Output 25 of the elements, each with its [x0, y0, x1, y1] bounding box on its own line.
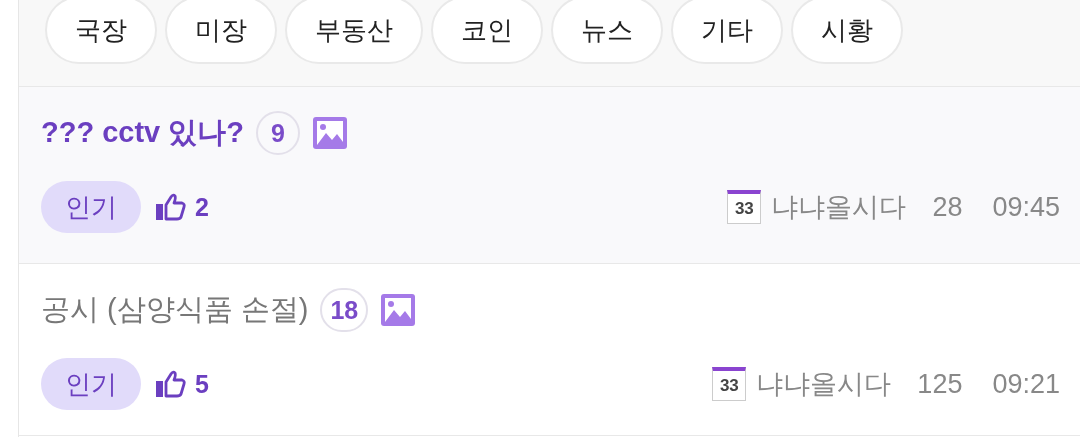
- popular-tag: 인기: [41, 358, 141, 410]
- view-count: 125: [917, 368, 963, 400]
- comment-count: 9: [256, 111, 300, 155]
- level-badge: 33: [727, 190, 762, 224]
- comment-count: 18: [320, 288, 369, 332]
- level-badge: 33: [712, 367, 747, 401]
- post-title[interactable]: ??? cctv 있나?: [41, 113, 244, 153]
- view-count: 28: [932, 191, 963, 223]
- post-time: 09:45: [992, 191, 1060, 223]
- thumbs-up-icon: [155, 370, 187, 398]
- post-time: 09:21: [992, 368, 1060, 400]
- post-row[interactable]: ??? cctv 있나? 9 인기 2 33 냐냐올시다 28 09:45: [19, 87, 1080, 264]
- category-chip[interactable]: 코인: [431, 0, 543, 64]
- category-chip[interactable]: 부동산: [285, 0, 423, 64]
- category-chip[interactable]: 시황: [791, 0, 903, 64]
- popular-tag: 인기: [41, 181, 141, 233]
- author-name[interactable]: 냐냐올시다: [756, 366, 892, 402]
- category-chip[interactable]: 기타: [671, 0, 783, 64]
- post-title[interactable]: 공시 (삼양식품 손절): [41, 290, 309, 330]
- thumbs-up-icon: [155, 193, 187, 221]
- category-chip[interactable]: 국장: [45, 0, 157, 64]
- category-chip[interactable]: 미장: [165, 0, 277, 64]
- like-count: 5: [195, 369, 209, 399]
- like-count: 2: [195, 192, 209, 222]
- category-chip[interactable]: 뉴스: [551, 0, 663, 64]
